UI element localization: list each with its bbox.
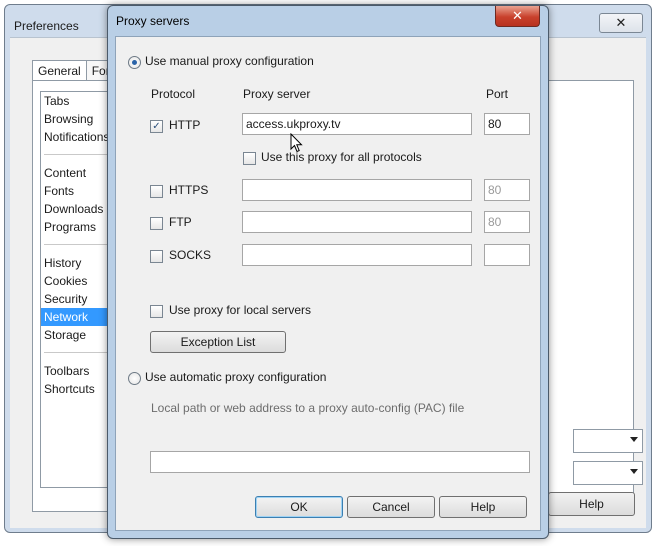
port-header: Port <box>486 87 509 101</box>
preferences-help-button[interactable]: Help <box>548 492 635 516</box>
https-checkbox[interactable] <box>150 185 163 198</box>
https-server-input[interactable] <box>242 179 472 201</box>
http-server-input[interactable]: access.ukproxy.tv <box>242 113 472 135</box>
socks-port-input[interactable] <box>484 244 530 266</box>
protocol-header: Protocol <box>151 87 196 101</box>
chevron-down-icon <box>630 469 638 474</box>
dialog-client: Use manual proxy configuration Protocol … <box>115 36 541 531</box>
ftp-checkbox[interactable] <box>150 217 163 230</box>
https-port-input[interactable]: 80 <box>484 179 530 201</box>
auto-proxy-label: Use automatic proxy configuration <box>145 370 327 384</box>
network-dropdown-2[interactable] <box>573 461 643 485</box>
ftp-port-input[interactable]: 80 <box>484 211 530 233</box>
cancel-button[interactable]: Cancel <box>347 496 435 518</box>
manual-proxy-radio[interactable] <box>128 56 141 69</box>
local-servers-label: Use proxy for local servers <box>169 303 312 317</box>
exception-list-button[interactable]: Exception List <box>150 331 286 353</box>
http-checkbox[interactable]: ✓ <box>150 120 163 133</box>
help-button[interactable]: Help <box>439 496 527 518</box>
ftp-label: FTP <box>169 215 192 229</box>
all-protocols-label: Use this proxy for all protocols <box>261 150 422 164</box>
dialog-title: Proxy servers <box>116 14 190 28</box>
https-label: HTTPS <box>169 183 209 197</box>
socks-checkbox[interactable] <box>150 250 163 263</box>
pac-url-input[interactable] <box>150 451 530 473</box>
manual-proxy-label: Use manual proxy configuration <box>145 54 314 68</box>
dialog-close-button[interactable]: ✕ <box>495 6 540 27</box>
http-label: HTTP <box>169 118 201 132</box>
network-dropdown-1[interactable] <box>573 429 643 453</box>
tab-general[interactable]: General <box>32 60 87 82</box>
local-servers-checkbox[interactable] <box>150 305 163 318</box>
ftp-server-input[interactable] <box>242 211 472 233</box>
preferences-title: Preferences <box>14 19 79 33</box>
chevron-down-icon <box>630 437 638 442</box>
proxy-server-header: Proxy server <box>243 87 311 101</box>
auto-proxy-radio[interactable] <box>128 372 141 385</box>
pac-hint: Local path or web address to a proxy aut… <box>151 401 465 415</box>
ok-button[interactable]: OK <box>255 496 343 518</box>
socks-server-input[interactable] <box>242 244 472 266</box>
proxy-servers-dialog: Proxy servers ✕ Use manual proxy configu… <box>107 5 549 539</box>
all-protocols-checkbox[interactable] <box>243 152 256 165</box>
socks-label: SOCKS <box>169 248 212 262</box>
http-port-input[interactable]: 80 <box>484 113 530 135</box>
preferences-close-button[interactable]: ✕ <box>599 13 643 33</box>
mouse-cursor-icon <box>290 133 303 153</box>
